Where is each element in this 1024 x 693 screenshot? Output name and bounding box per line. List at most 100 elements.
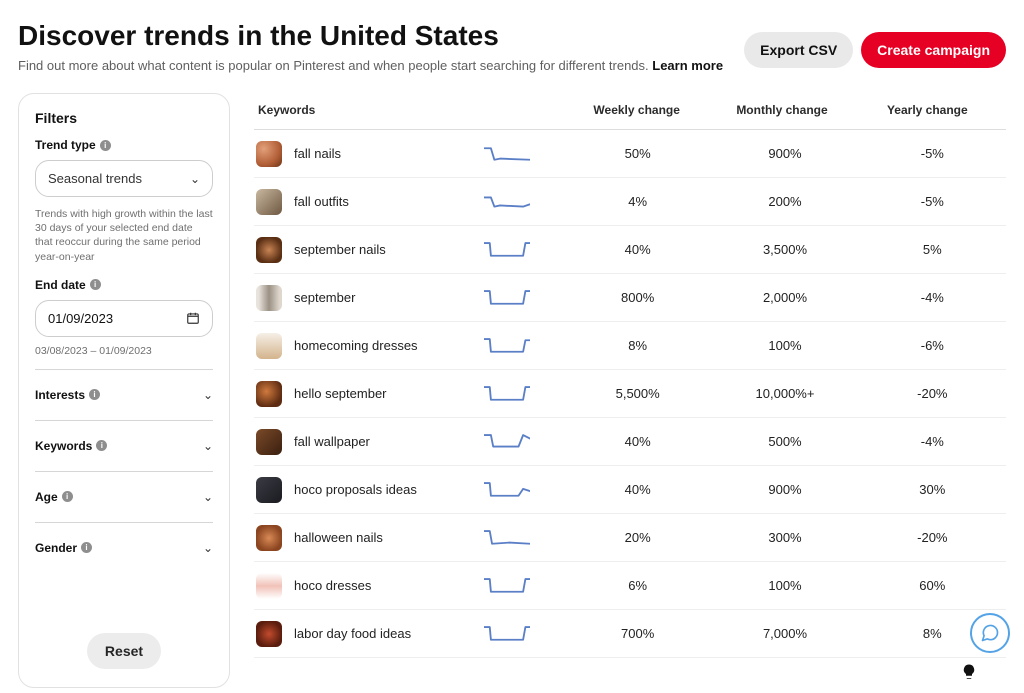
col-monthly[interactable]: Monthly change <box>709 103 854 117</box>
trend-type-label: Trend type i <box>35 138 213 152</box>
keyword-thumbnail <box>256 621 282 647</box>
keyword-name: september nails <box>294 242 386 257</box>
table-row[interactable]: hoco proposals ideas40%900%30% <box>254 466 1006 514</box>
table-row[interactable]: hoco dresses6%100%60% <box>254 562 1006 610</box>
table-row[interactable]: fall wallpaper40%500%-4% <box>254 418 1006 466</box>
monthly-change: 900% <box>711 146 858 161</box>
table-row[interactable]: september nails 40%3,500%5% <box>254 226 1006 274</box>
yearly-change: -4% <box>859 434 1006 449</box>
weekly-change: 6% <box>564 578 711 593</box>
keyword-name: hoco dresses <box>294 578 371 593</box>
yearly-change: 5% <box>859 242 1006 257</box>
info-icon: i <box>89 389 100 400</box>
age-section[interactable]: Agei ⌄ <box>35 472 213 523</box>
keyword-thumbnail <box>256 141 282 167</box>
interests-section[interactable]: Interestsi ⌄ <box>35 370 213 421</box>
keyword-thumbnail <box>256 381 282 407</box>
weekly-change: 800% <box>564 290 711 305</box>
sparkline <box>484 286 564 310</box>
learn-more-link[interactable]: Learn more <box>652 58 723 73</box>
sparkline <box>484 574 564 598</box>
keyword-thumbnail <box>256 237 282 263</box>
col-yearly[interactable]: Yearly change <box>855 103 1006 117</box>
weekly-change: 40% <box>564 434 711 449</box>
reset-button[interactable]: Reset <box>87 633 161 669</box>
info-icon[interactable]: i <box>100 140 111 151</box>
trends-table: Keywords Weekly change Monthly change Ye… <box>254 93 1006 688</box>
monthly-change: 300% <box>711 530 858 545</box>
monthly-change: 900% <box>711 482 858 497</box>
keyword-thumbnail <box>256 333 282 359</box>
chevron-down-icon: ⌄ <box>203 388 213 402</box>
sparkline <box>484 334 564 358</box>
chevron-down-icon: ⌄ <box>203 541 213 555</box>
col-weekly[interactable]: Weekly change <box>564 103 709 117</box>
table-row[interactable]: fall nails50%900%-5% <box>254 130 1006 178</box>
keyword-name: september <box>294 290 355 305</box>
keyword-thumbnail <box>256 573 282 599</box>
weekly-change: 40% <box>564 242 711 257</box>
table-row[interactable]: homecoming dresses 8%100%-6% <box>254 322 1006 370</box>
create-campaign-button[interactable]: Create campaign <box>861 32 1006 68</box>
monthly-change: 2,000% <box>711 290 858 305</box>
monthly-change: 100% <box>711 338 858 353</box>
keyword-name: homecoming dresses <box>294 338 418 353</box>
table-row[interactable]: halloween nails20%300%-20% <box>254 514 1006 562</box>
keyword-thumbnail <box>256 189 282 215</box>
monthly-change: 500% <box>711 434 858 449</box>
keyword-name: hoco proposals ideas <box>294 482 417 497</box>
weekly-change: 50% <box>564 146 711 161</box>
table-row[interactable]: hello september 5,500%10,000%+-20% <box>254 370 1006 418</box>
keyword-thumbnail <box>256 477 282 503</box>
gender-section[interactable]: Genderi ⌄ <box>35 523 213 573</box>
monthly-change: 3,500% <box>711 242 858 257</box>
filters-panel: Filters Trend type i Seasonal trends ⌄ T… <box>18 93 230 688</box>
sparkline <box>484 190 564 214</box>
date-range-text: 03/08/2023 – 01/09/2023 <box>35 345 213 357</box>
table-row[interactable]: labor day food ideas700%7,000%8% <box>254 610 1006 658</box>
page-subtitle: Find out more about what content is popu… <box>18 58 723 73</box>
weekly-change: 8% <box>564 338 711 353</box>
info-icon[interactable]: i <box>90 279 101 290</box>
table-row[interactable]: fall outfits 4%200%-5% <box>254 178 1006 226</box>
weekly-change: 20% <box>564 530 711 545</box>
yearly-change: -6% <box>859 338 1006 353</box>
chevron-down-icon: ⌄ <box>203 439 213 453</box>
yearly-change: -4% <box>859 290 1006 305</box>
page-title: Discover trends in the United States <box>18 20 723 52</box>
keywords-section[interactable]: Keywordsi ⌄ <box>35 421 213 472</box>
yearly-change: 60% <box>859 578 1006 593</box>
keyword-name: fall outfits <box>294 194 349 209</box>
sparkline <box>484 622 564 646</box>
trend-type-select[interactable]: Seasonal trends ⌄ <box>35 160 213 197</box>
info-icon: i <box>62 491 73 502</box>
table-row[interactable]: september 800%2,000%-4% <box>254 274 1006 322</box>
export-csv-button[interactable]: Export CSV <box>744 32 853 68</box>
lightbulb-icon[interactable] <box>960 663 980 683</box>
col-keywords[interactable]: Keywords <box>254 103 484 117</box>
subtitle-text: Find out more about what content is popu… <box>18 58 652 73</box>
weekly-change: 40% <box>564 482 711 497</box>
keyword-name: hello september <box>294 386 387 401</box>
monthly-change: 10,000%+ <box>711 386 858 401</box>
chevron-down-icon: ⌄ <box>203 490 213 504</box>
trend-type-help: Trends with high growth within the last … <box>35 207 213 264</box>
yearly-change: -5% <box>859 194 1006 209</box>
weekly-change: 5,500% <box>564 386 711 401</box>
weekly-change: 4% <box>564 194 711 209</box>
keyword-thumbnail <box>256 285 282 311</box>
calendar-icon <box>186 311 200 325</box>
yearly-change: -20% <box>859 386 1006 401</box>
keyword-name: fall nails <box>294 146 341 161</box>
sparkline <box>484 478 564 502</box>
end-date-label: End date i <box>35 278 213 292</box>
end-date-input[interactable]: 01/09/2023 <box>35 300 213 337</box>
weekly-change: 700% <box>564 626 711 641</box>
monthly-change: 200% <box>711 194 858 209</box>
info-icon: i <box>81 542 92 553</box>
yearly-change: -20% <box>859 530 1006 545</box>
keyword-thumbnail <box>256 525 282 551</box>
chat-widget[interactable] <box>970 613 1010 653</box>
info-icon: i <box>96 440 107 451</box>
sparkline <box>484 382 564 406</box>
